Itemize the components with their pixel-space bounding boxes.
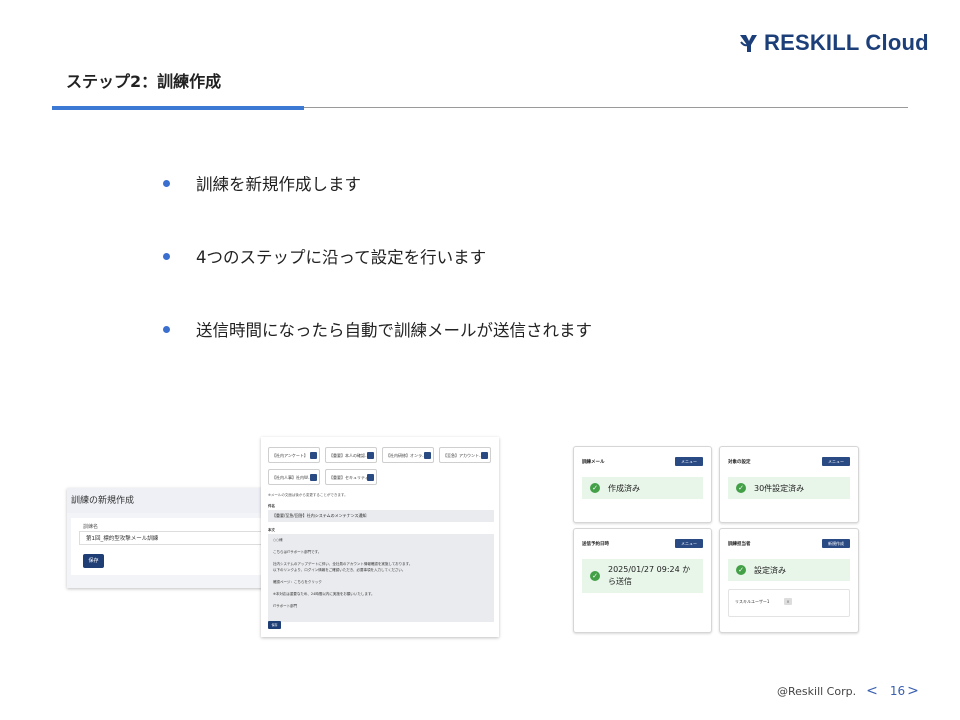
copyright: @Reskill Corp.	[777, 684, 857, 698]
training-mail-card: 訓練メール メニュー ✓ 作成済み	[573, 446, 712, 523]
template-note: ※メールの文面は後から変更することができます。	[268, 493, 348, 497]
card-title: 訓練メール	[582, 460, 605, 465]
plus-icon[interactable]	[310, 452, 317, 459]
new-button[interactable]: 新規作成	[822, 539, 850, 548]
template-chip-label: 【重要】本人の確認…	[329, 453, 369, 458]
title-accent-bar	[52, 106, 304, 110]
check-circle-icon: ✓	[590, 571, 600, 581]
template-chip[interactable]: 【社内研修】オンラ…	[382, 447, 434, 463]
body-line: ○○様	[273, 538, 283, 542]
plus-icon[interactable]	[367, 452, 374, 459]
plus-icon[interactable]	[481, 452, 488, 459]
save-button[interactable]: 保存	[83, 554, 104, 568]
plus-icon[interactable]	[367, 474, 374, 481]
status-text: 設定済み	[754, 565, 786, 575]
plus-icon[interactable]	[310, 474, 317, 481]
bullet-text: 送信時間になったら自動で訓練メールが送信されます	[196, 321, 592, 340]
schedule-card: 送信予約日時 メニュー ✓ 2025/01/27 09:24 から送信	[573, 528, 712, 633]
body-line: 社内システムのアップデートに伴い、全社員のアカウント情報確認を実施しております。	[273, 562, 413, 566]
status-text: 作成済み	[608, 483, 640, 493]
training-name-input[interactable]: 第1回_標的型攻撃メール訓練	[79, 531, 267, 545]
template-chip[interactable]: 【社内人事】社内W…	[268, 469, 320, 485]
prev-page-button[interactable]: <	[866, 683, 878, 699]
template-chip[interactable]: 【社内アンケート】	[268, 447, 320, 463]
bullet-item: 送信時間になったら自動で訓練メールが送信されます	[163, 317, 592, 341]
template-chip-label: 【社内人事】社内W…	[272, 475, 312, 480]
brand-logo: RESKILL Cloud	[738, 30, 929, 56]
body-label: 本文	[268, 528, 275, 532]
menu-button[interactable]: メニュー	[822, 457, 850, 466]
subject-input[interactable]: 【重要/至急/回答】社内システムのメンテナンス通知	[268, 510, 494, 522]
footer: @Reskill Corp. < 16 >	[777, 683, 925, 699]
body-line: 以下のリンクより、ログイン情報をご確認いただき、必要事項を入力してください。	[273, 568, 406, 572]
manager-list: リスキルユーザー1 ×	[728, 589, 850, 617]
manager-card: 訓練担当者 新規作成 ✓ 設定済み リスキルユーザー1 ×	[719, 528, 859, 633]
bullet-item: 4つのステップに沿って設定を行います	[163, 244, 486, 268]
create-training-heading: 訓練の新規作成	[67, 488, 267, 513]
page-number: 16	[889, 684, 906, 698]
training-name-label: 訓練名	[83, 524, 99, 530]
next-page-button[interactable]: >	[907, 683, 919, 699]
status-badge: ✓ 設定済み	[728, 559, 850, 581]
bullet-item: 訓練を新規作成します	[163, 171, 361, 195]
body-line: ITサポート部門	[273, 604, 298, 608]
menu-button[interactable]: メニュー	[675, 457, 703, 466]
status-badge: ✓ 作成済み	[582, 477, 703, 499]
bullet-icon	[163, 252, 170, 260]
template-chip[interactable]: 【重要】セキュリティ…	[325, 469, 377, 485]
status-badge: ✓ 2025/01/27 09:24 から送信	[582, 559, 703, 593]
reskill-logo-icon	[740, 35, 757, 52]
manager-user-tag: リスキルユーザー1	[735, 599, 770, 604]
check-circle-icon: ✓	[736, 565, 746, 575]
body-line: 確認ページ：こちらをクリック	[273, 580, 322, 584]
card-title: 送信予約日時	[582, 542, 609, 547]
subject-label: 件名	[268, 504, 275, 508]
body-line: こちらはITサポート部門です。	[273, 550, 322, 554]
template-chip[interactable]: 【重要】本人の確認…	[325, 447, 377, 463]
template-chip-label: 【社内研修】オンラ…	[386, 453, 426, 458]
card-title: 訓練担当者	[728, 542, 751, 547]
plus-icon[interactable]	[424, 452, 431, 459]
check-circle-icon: ✓	[736, 483, 746, 493]
template-chip-label: 【至急】アカウント…	[443, 453, 483, 458]
template-chip-label: 【社内アンケート】	[272, 453, 308, 458]
bullet-text: 訓練を新規作成します	[196, 175, 361, 194]
create-training-screenshot: 訓練の新規作成 訓練名 第1回_標的型攻撃メール訓練 保存	[67, 488, 267, 588]
body-line: ※本対応は重要なため、24時間以内に実施をお願いいたします。	[273, 592, 375, 596]
page-title: ステップ2：訓練作成	[66, 72, 222, 91]
status-badge: ✓ 30件設定済み	[728, 477, 850, 499]
menu-button[interactable]: メニュー	[675, 539, 703, 548]
bullet-icon	[163, 179, 170, 187]
template-chip[interactable]: 【至急】アカウント…	[439, 447, 491, 463]
check-circle-icon: ✓	[590, 483, 600, 493]
status-text: 30件設定済み	[754, 483, 805, 493]
create-training-form: 訓練名 第1回_標的型攻撃メール訓練 保存	[71, 518, 267, 575]
save-button[interactable]: 保存	[268, 621, 281, 629]
mail-template-screenshot: 【社内アンケート】 【重要】本人の確認… 【社内研修】オンラ… 【至急】アカウン…	[261, 437, 499, 637]
bullet-icon	[163, 325, 170, 333]
card-title: 対象の設定	[728, 460, 751, 465]
remove-icon[interactable]: ×	[784, 598, 792, 605]
bullet-text: 4つのステップに沿って設定を行います	[196, 248, 487, 267]
body-textarea[interactable]: ○○様 こちらはITサポート部門です。 社内システムのアップデートに伴い、全社員…	[268, 534, 494, 622]
brand-name: RESKILL Cloud	[764, 30, 929, 55]
status-text: 2025/01/27 09:24 から送信	[608, 565, 691, 586]
targets-card: 対象の設定 メニュー ✓ 30件設定済み	[719, 446, 859, 523]
